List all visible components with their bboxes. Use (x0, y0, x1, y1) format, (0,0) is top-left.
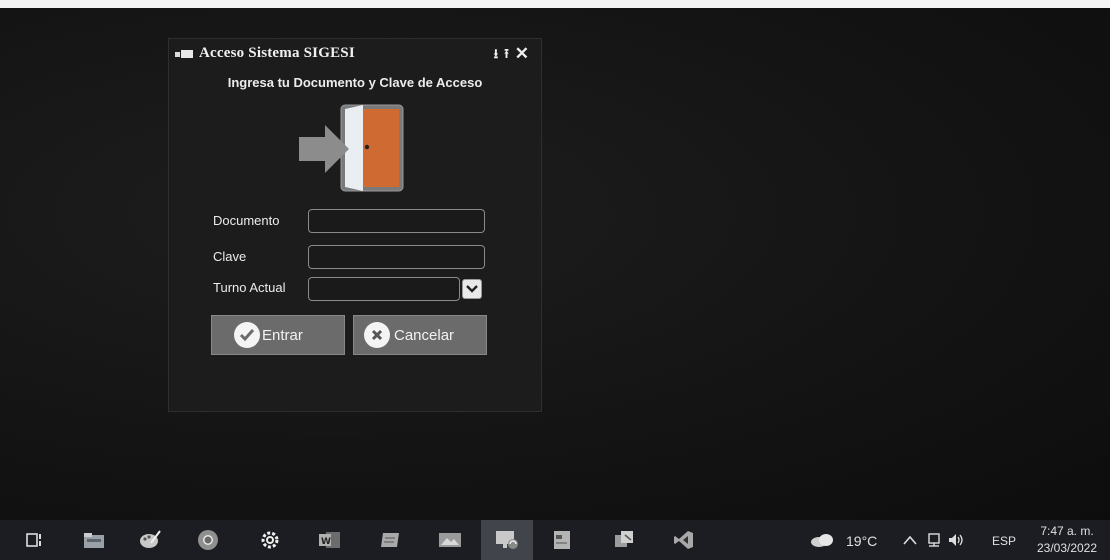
checkmark-icon (234, 322, 260, 348)
cancelar-button[interactable]: Cancelar (353, 315, 487, 355)
minimize-icon[interactable]: ⭳ (494, 45, 499, 63)
network-icon[interactable] (922, 528, 946, 552)
dialog-titlebar[interactable]: Acceso Sistema SIGESI ⭳ ⭱ ✕ (175, 45, 535, 65)
visual-studio-icon[interactable] (672, 528, 696, 552)
cancelar-label: Cancelar (394, 326, 455, 344)
documento-label: Documento (213, 213, 280, 228)
dialog-title: Acceso Sistema SIGESI (199, 45, 355, 61)
screen-top-edge (0, 0, 1110, 8)
login-dialog: Acceso Sistema SIGESI ⭳ ⭱ ✕ Ingresa tu D… (168, 38, 542, 412)
temperature-text[interactable]: 19°C (846, 533, 877, 549)
taskbar: W 19°C ESP 7:47 a. m. 23/03/2022 (0, 520, 1110, 560)
desktop-background: Acceso Sistema SIGESI ⭳ ⭱ ✕ Ingresa tu D… (0, 8, 1110, 520)
clock-date: 23/03/2022 (1036, 541, 1098, 555)
dialog-subtitle: Ingresa tu Documento y Clave de Acceso (227, 75, 483, 90)
word-icon[interactable]: W (318, 528, 342, 552)
remote-desktop-icon[interactable] (481, 520, 533, 560)
turno-select[interactable] (308, 277, 460, 301)
cancel-x-icon (364, 322, 390, 348)
chevron-up-icon[interactable] (898, 528, 922, 552)
file-explorer-icon[interactable] (82, 528, 106, 552)
document-editor-icon[interactable] (550, 528, 574, 552)
settings-gear-icon[interactable] (258, 528, 282, 552)
entrar-button[interactable]: Entrar (211, 315, 345, 355)
clave-label: Clave (213, 249, 247, 264)
entrar-label: Entrar (262, 326, 303, 344)
image-viewer-icon[interactable] (438, 528, 462, 552)
restore-icon[interactable]: ⭱ (504, 45, 509, 63)
turno-label: Turno Actual (213, 280, 286, 295)
chrome-icon[interactable] (196, 528, 220, 552)
task-view-icon[interactable] (22, 528, 46, 552)
volume-icon[interactable] (944, 528, 968, 552)
clock[interactable]: 7:47 a. m. 23/03/2022 (1030, 524, 1104, 555)
chevron-down-icon[interactable] (462, 279, 482, 299)
documento-field[interactable] (308, 209, 485, 233)
door-enter-icon (299, 104, 404, 192)
window-controls: ⭳ ⭱ ✕ (494, 45, 529, 63)
clave-field[interactable] (308, 245, 485, 269)
language-indicator[interactable]: ESP (992, 534, 1016, 548)
svg-text:W: W (321, 537, 331, 547)
weather-cloud-icon[interactable] (808, 528, 838, 552)
paint-icon[interactable] (138, 528, 162, 552)
snipping-tool-icon[interactable] (612, 528, 636, 552)
clock-time: 7:47 a. m. (1040, 524, 1094, 538)
app-icon (175, 50, 193, 58)
notepad-icon[interactable] (378, 528, 402, 552)
close-icon[interactable]: ✕ (515, 45, 529, 63)
